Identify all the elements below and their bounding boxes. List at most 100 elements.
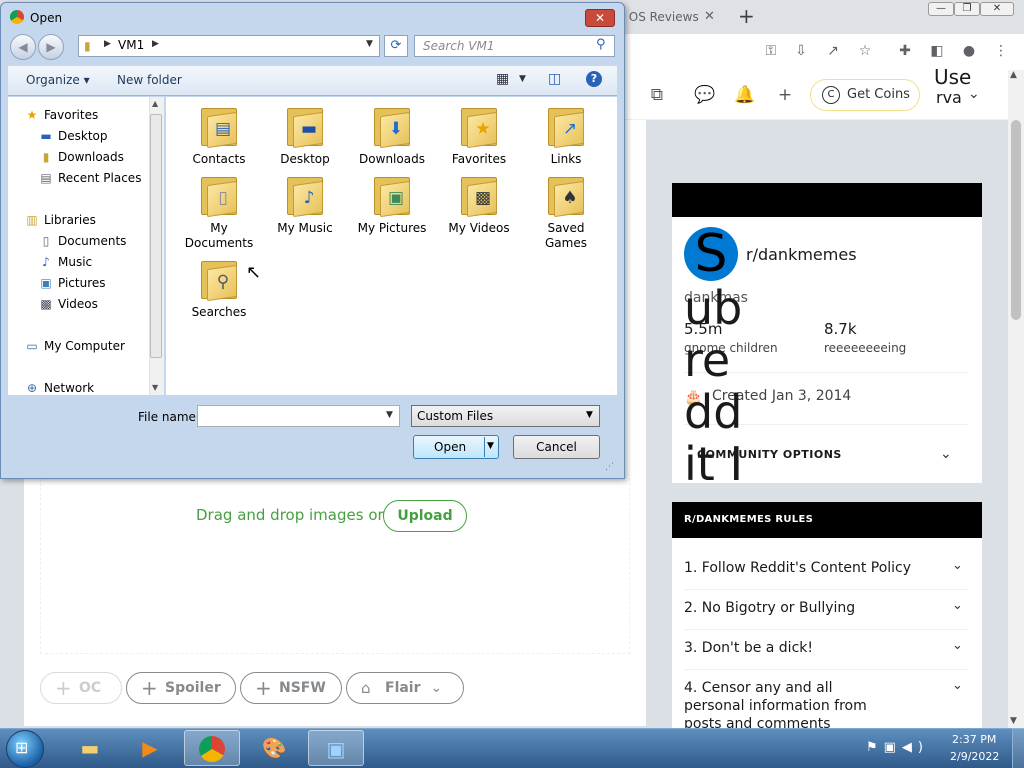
chevron-down-icon[interactable]: ⌄ — [952, 638, 963, 653]
folder-item[interactable]: ↗ Links — [526, 104, 606, 167]
organize-button[interactable]: Organize ▾ — [26, 73, 90, 87]
file-type-dropdown-icon[interactable]: ▼ — [586, 410, 593, 420]
cancel-button[interactable]: Cancel — [513, 435, 600, 459]
oc-tag-button[interactable]: + OC — [40, 672, 122, 704]
sidepanel-icon[interactable]: ◧ — [928, 42, 946, 60]
help-icon[interactable]: ? — [586, 71, 602, 87]
chat-icon[interactable]: 💬 — [694, 84, 716, 106]
media-player-taskbar-icon[interactable]: ▶ — [122, 730, 178, 766]
extensions-icon[interactable]: ✚ — [896, 42, 914, 60]
clock-time[interactable]: 2:37 PM — [952, 733, 996, 746]
chevron-down-icon[interactable]: ⌄ — [952, 678, 963, 693]
minimize-button[interactable]: — — [928, 2, 954, 16]
scroll-down-icon[interactable]: ▼ — [1010, 716, 1017, 726]
nav-recent-places[interactable]: ▤ Recent Places — [38, 169, 141, 187]
search-input[interactable]: Search VM1 — [414, 35, 615, 57]
nsfw-tag-button[interactable]: + NSFW — [240, 672, 342, 704]
nav-downloads[interactable]: ▮ Downloads — [38, 148, 124, 166]
nav-documents[interactable]: ▯ Documents — [38, 232, 127, 250]
address-dropdown-icon[interactable]: ▼ — [366, 39, 373, 49]
breadcrumb-arrow-icon[interactable]: ▶ — [104, 39, 111, 49]
show-desktop-button[interactable] — [1012, 728, 1024, 768]
network-icon: ⊕ — [26, 381, 38, 395]
chevron-down-icon[interactable]: ⌄ — [968, 86, 980, 102]
change-view-icon[interactable]: ▦ — [496, 71, 509, 87]
resize-grip-icon[interactable]: ⋰ — [605, 462, 614, 472]
user-menu-label[interactable]: Use — [934, 66, 971, 88]
nav-desktop[interactable]: ▬ Desktop — [38, 127, 108, 145]
refresh-icon[interactable]: ⟳ — [384, 35, 408, 57]
scroll-up-icon[interactable]: ▲ — [152, 99, 158, 108]
system-tray-icons[interactable]: ⚑▣◀) — [866, 740, 929, 755]
create-post-plus-icon[interactable]: + — [774, 84, 796, 106]
nav-network[interactable]: ⊕ Network — [24, 379, 94, 397]
open-dropdown-icon[interactable]: ▼ — [487, 441, 494, 451]
scrollbar-thumb[interactable] — [1011, 120, 1021, 320]
chrome-taskbar-icon[interactable] — [184, 730, 240, 766]
tab-close-icon[interactable]: ✕ — [704, 6, 715, 28]
chrome-menu-icon[interactable]: ⋮ — [992, 42, 1010, 60]
rule-item[interactable]: 4. Censor any and all personal informati… — [684, 679, 874, 733]
folder-item[interactable]: ▤ Contacts — [179, 104, 259, 167]
community-name[interactable]: r/dankmemes — [746, 245, 857, 264]
key-icon[interactable]: ⚿ — [762, 42, 780, 60]
popular-icon[interactable]: ⧉ — [646, 84, 668, 106]
paint-taskbar-icon[interactable]: 🎨 — [246, 730, 302, 766]
clock-date[interactable]: 2/9/2022 — [950, 750, 999, 763]
rule-item[interactable]: 3. Don't be a dick! — [684, 639, 944, 657]
spoiler-tag-button[interactable]: + Spoiler — [126, 672, 236, 704]
chevron-down-icon[interactable]: ⌄ — [952, 598, 963, 613]
folder-item[interactable]: ▯ My Documents — [179, 173, 259, 251]
image-drop-area[interactable] — [40, 478, 630, 654]
community-avatar[interactable]: S — [684, 227, 738, 281]
folder-item[interactable]: ▬ Desktop — [265, 104, 345, 167]
nav-libraries[interactable]: ▥ Libraries — [24, 211, 96, 229]
preview-pane-icon[interactable]: ◫ — [548, 71, 561, 87]
rule-item[interactable]: 1. Follow Reddit's Content Policy — [684, 559, 944, 577]
new-folder-button[interactable]: New folder — [117, 73, 182, 87]
nav-my-computer[interactable]: ▭ My Computer — [24, 337, 125, 355]
folder-item[interactable]: ▣ My Pictures — [352, 173, 432, 236]
back-button[interactable]: ◀ — [10, 34, 36, 60]
explorer-taskbar-icon[interactable]: ▬ — [62, 730, 118, 766]
nav-videos[interactable]: ▩ Videos — [38, 295, 98, 313]
user-menu-sublabel[interactable]: rva — [936, 88, 962, 107]
folder-item[interactable]: ⬇ Downloads — [352, 104, 432, 167]
nav-label: Desktop — [58, 129, 108, 143]
profile-icon[interactable]: ● — [960, 42, 978, 60]
install-icon[interactable]: ⇩ — [792, 42, 810, 60]
browser-tab[interactable]: r OS Reviews ✕ — [620, 6, 730, 30]
folder-item[interactable]: ★ Favorites — [439, 104, 519, 167]
chevron-down-icon[interactable]: ⌄ — [952, 558, 963, 573]
new-tab-button[interactable]: + — [738, 4, 755, 28]
maximize-button[interactable]: ❐ — [954, 2, 980, 16]
bookmark-star-icon[interactable]: ☆ — [856, 42, 874, 60]
dialog-close-button[interactable]: ✕ — [585, 9, 615, 27]
forward-button[interactable]: ▶ — [38, 34, 64, 60]
rule-item[interactable]: 2. No Bigotry or Bullying — [684, 599, 944, 617]
nav-scrollbar-thumb[interactable] — [150, 114, 162, 358]
file-name-dropdown-icon[interactable]: ▼ — [386, 410, 393, 420]
nav-pictures[interactable]: ▣ Pictures — [38, 274, 105, 292]
photo-viewer-taskbar-icon[interactable]: ▣ — [308, 730, 364, 766]
view-dropdown-icon[interactable]: ▼ — [519, 74, 526, 84]
folder-item[interactable]: ▩ My Videos — [439, 173, 519, 236]
file-type-select[interactable]: Custom Files — [411, 405, 600, 427]
flair-tag-button[interactable]: ⌂ Flair ⌄ — [346, 672, 464, 704]
upload-button[interactable]: Upload — [383, 500, 467, 532]
scroll-down-icon[interactable]: ▼ — [152, 383, 158, 392]
chevron-down-icon[interactable]: ⌄ — [940, 446, 952, 462]
nav-favorites[interactable]: ★ Favorites — [24, 106, 99, 124]
close-window-button[interactable]: ✕ — [980, 2, 1014, 16]
notifications-bell-icon[interactable]: 🔔 — [734, 84, 756, 106]
share-icon[interactable]: ↗ — [824, 42, 842, 60]
search-icon[interactable]: ⚲ — [596, 37, 606, 52]
file-name-input[interactable] — [197, 405, 400, 427]
nav-music[interactable]: ♪ Music — [38, 253, 92, 271]
breadcrumb-vm1[interactable]: VM1 — [118, 38, 144, 52]
folder-item[interactable]: ♪ My Music — [265, 173, 345, 236]
folder-item[interactable]: ♠ Saved Games — [526, 173, 606, 251]
file-name-label: File name: — [138, 410, 200, 424]
breadcrumb-arrow-icon[interactable]: ▶ — [152, 39, 159, 49]
scroll-up-icon[interactable]: ▲ — [1010, 70, 1017, 80]
